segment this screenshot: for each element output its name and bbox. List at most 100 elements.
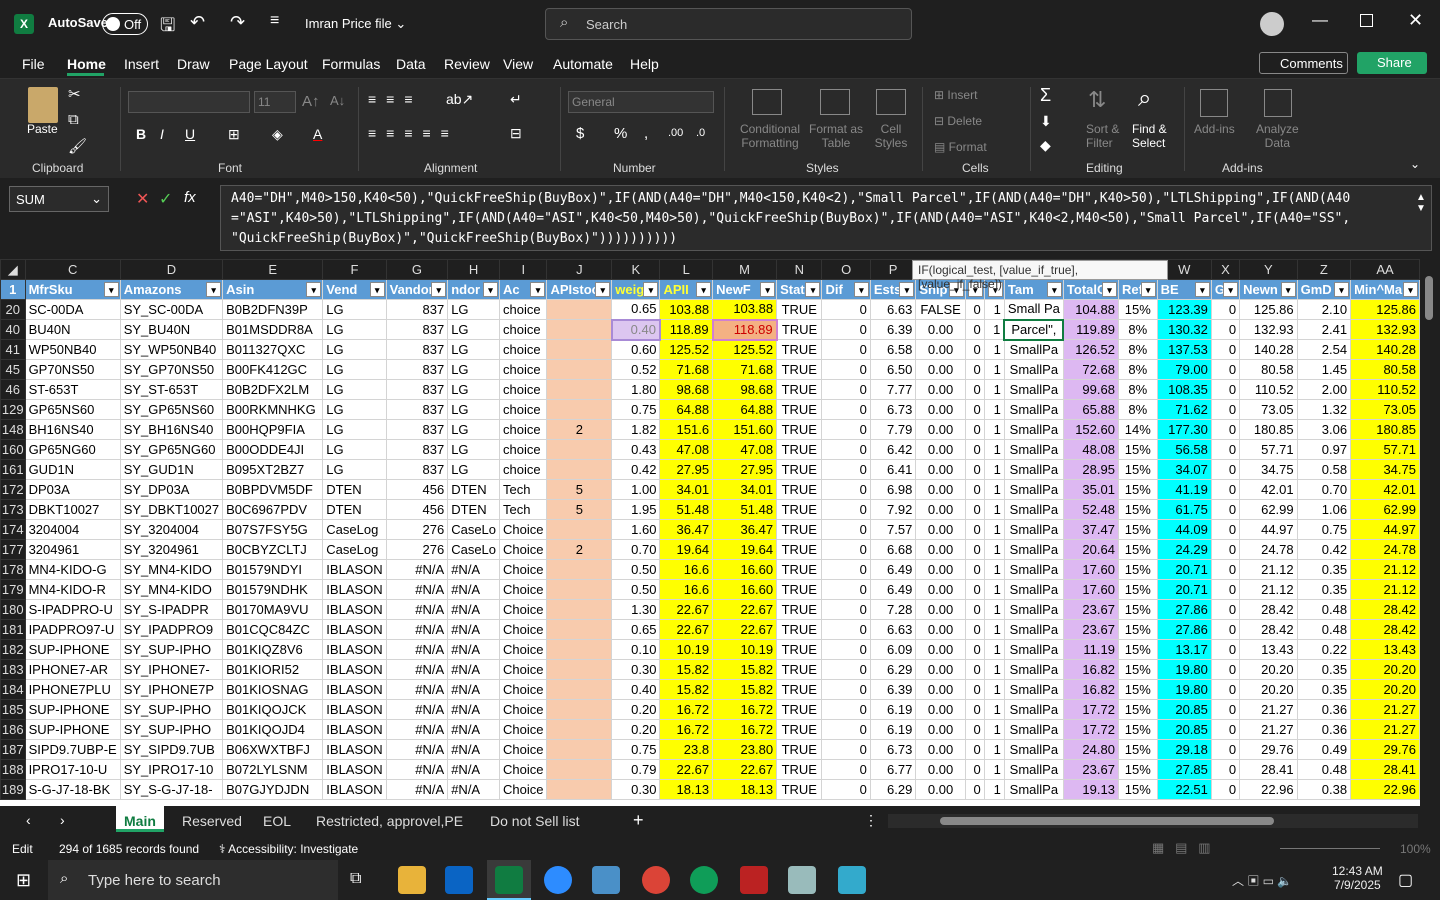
cell[interactable]: SmallPa xyxy=(1003,439,1064,460)
cell[interactable]: 21.27 xyxy=(1239,719,1298,740)
add-ins-button[interactable]: Add-ins xyxy=(1194,122,1235,136)
cell[interactable]: 2 xyxy=(546,539,613,560)
cell[interactable]: 16.82 xyxy=(1062,679,1119,700)
cell[interactable]: LG xyxy=(447,459,501,480)
tab-page-layout[interactable]: Page Layout xyxy=(229,56,308,72)
cell[interactable]: #N/A xyxy=(385,759,449,780)
cell[interactable]: 17.60 xyxy=(1062,559,1119,580)
cell[interactable]: 0.00 xyxy=(915,659,966,680)
cell[interactable]: B0BPDVM5DF xyxy=(222,479,324,500)
filter-dropdown-icon[interactable]: ▾ xyxy=(431,282,447,297)
cell[interactable]: LG xyxy=(322,339,387,360)
cell[interactable]: SmallPa xyxy=(1003,719,1064,740)
cell[interactable]: 7.79 xyxy=(869,419,917,440)
cell[interactable]: 1 xyxy=(983,759,1005,780)
cancel-formula-icon[interactable]: ✕ xyxy=(136,189,149,209)
cell[interactable]: 837 xyxy=(385,299,449,320)
task-view-icon[interactable]: ⧉ xyxy=(350,870,361,888)
cell[interactable]: DTEN xyxy=(322,499,387,520)
cell[interactable]: 837 xyxy=(385,319,449,340)
select-all-corner[interactable]: ◢ xyxy=(0,259,26,280)
filter-header-cell[interactable]: Ac ▾ xyxy=(499,279,548,300)
cell[interactable]: 6.73 xyxy=(869,399,917,420)
cell[interactable]: 0 xyxy=(964,559,985,580)
cell[interactable]: B01KIQOJCK xyxy=(222,699,324,720)
cell[interactable]: 130.32 xyxy=(1156,319,1212,340)
cell[interactable]: IBLASON xyxy=(322,779,387,800)
cell[interactable]: 7.77 xyxy=(869,379,917,400)
row-header[interactable]: 185 xyxy=(0,699,26,720)
cell[interactable]: 21.12 xyxy=(1239,579,1298,600)
cell[interactable]: 20.20 xyxy=(1350,659,1420,680)
cell[interactable]: Choice xyxy=(499,639,548,660)
cell[interactable]: TRUE xyxy=(776,619,823,640)
filter-header-cell[interactable]: Ests ▾ xyxy=(869,279,917,300)
cell[interactable]: 15% xyxy=(1117,439,1158,460)
cell[interactable]: 15% xyxy=(1117,619,1158,640)
row-header[interactable]: 41 xyxy=(0,339,26,360)
cell[interactable]: SY_ST-653T xyxy=(119,379,224,400)
cell[interactable]: SmallPa xyxy=(1003,379,1064,400)
column-header[interactable]: K xyxy=(611,259,661,280)
filter-dropdown-icon[interactable]: ▾ xyxy=(1403,282,1418,297)
cell[interactable]: 0.65 xyxy=(611,299,661,320)
cell[interactable]: 0 xyxy=(1210,499,1241,520)
paste-label[interactable]: Paste xyxy=(27,122,58,136)
cell[interactable]: 177.30 xyxy=(1156,419,1212,440)
cell[interactable]: LG xyxy=(447,339,501,360)
cell[interactable]: 10.19 xyxy=(712,639,778,660)
cell[interactable]: 1 xyxy=(983,319,1005,340)
cell[interactable]: 1.95 xyxy=(611,499,661,520)
cell[interactable]: B0B2DFN39P xyxy=(222,299,324,320)
cell[interactable]: 16.60 xyxy=(712,559,778,580)
cell[interactable]: 79.00 xyxy=(1156,359,1212,380)
cell[interactable]: 22.67 xyxy=(712,619,778,640)
cell[interactable]: SmallPa xyxy=(1003,459,1064,480)
cell[interactable]: SmallPa xyxy=(1003,359,1064,380)
cell[interactable]: LG xyxy=(322,439,387,460)
cell[interactable] xyxy=(546,439,613,460)
cell[interactable]: 57.71 xyxy=(1350,439,1420,460)
cell[interactable]: 21.27 xyxy=(1239,699,1298,720)
cell[interactable]: FALSE xyxy=(915,299,966,320)
cell[interactable]: 57.71 xyxy=(1239,439,1298,460)
cell[interactable]: SUP-IPHONE xyxy=(24,639,121,660)
cell[interactable]: 151.60 xyxy=(712,419,778,440)
cell[interactable]: B01KIQOJD4 xyxy=(222,719,324,740)
cell[interactable]: LG xyxy=(322,359,387,380)
cell[interactable]: 27.85 xyxy=(1156,759,1212,780)
comma-style-icon[interactable]: , xyxy=(644,125,648,142)
cell[interactable]: 1.45 xyxy=(1296,359,1352,380)
cell[interactable]: 21.12 xyxy=(1350,579,1420,600)
cell[interactable]: 34.07 xyxy=(1156,459,1212,480)
cell[interactable]: SY_MN4-KIDO xyxy=(119,559,224,580)
cell[interactable]: 0.75 xyxy=(611,399,661,420)
cell[interactable]: 61.75 xyxy=(1156,499,1212,520)
filter-header-cell[interactable]: TotalC ▾ xyxy=(1062,279,1119,300)
cell[interactable]: IBLASON xyxy=(322,659,387,680)
cell[interactable]: Choice xyxy=(499,519,548,540)
cell[interactable]: DTEN xyxy=(447,479,501,500)
wrap-text-icon[interactable]: ↵ xyxy=(510,91,522,108)
cell[interactable]: TRUE xyxy=(776,599,823,620)
cell[interactable]: SmallPa xyxy=(1003,659,1064,680)
cell[interactable]: 0 xyxy=(1210,739,1241,760)
cell[interactable]: 0.30 xyxy=(611,659,661,680)
tab-draw[interactable]: Draw xyxy=(177,56,210,72)
font-size-select[interactable]: 11 xyxy=(254,91,296,113)
cell[interactable]: TRUE xyxy=(776,479,823,500)
cell[interactable]: 62.99 xyxy=(1239,499,1298,520)
filter-header-cell[interactable]: ndor ▾ xyxy=(447,279,501,300)
restore-icon[interactable] xyxy=(1360,14,1373,27)
cell[interactable]: BU40N xyxy=(24,319,121,340)
cell[interactable]: 0.00 xyxy=(915,339,966,360)
column-header[interactable]: E xyxy=(222,259,324,280)
cell[interactable]: 16.72 xyxy=(712,719,778,740)
sort-filter-button[interactable]: Sort & Filter xyxy=(1086,122,1119,150)
cell[interactable]: 152.60 xyxy=(1062,419,1119,440)
cell-styles-icon[interactable] xyxy=(876,89,906,115)
cell[interactable]: 6.41 xyxy=(869,459,917,480)
cell[interactable] xyxy=(546,399,613,420)
cell[interactable]: LG xyxy=(447,379,501,400)
cell[interactable] xyxy=(546,339,613,360)
